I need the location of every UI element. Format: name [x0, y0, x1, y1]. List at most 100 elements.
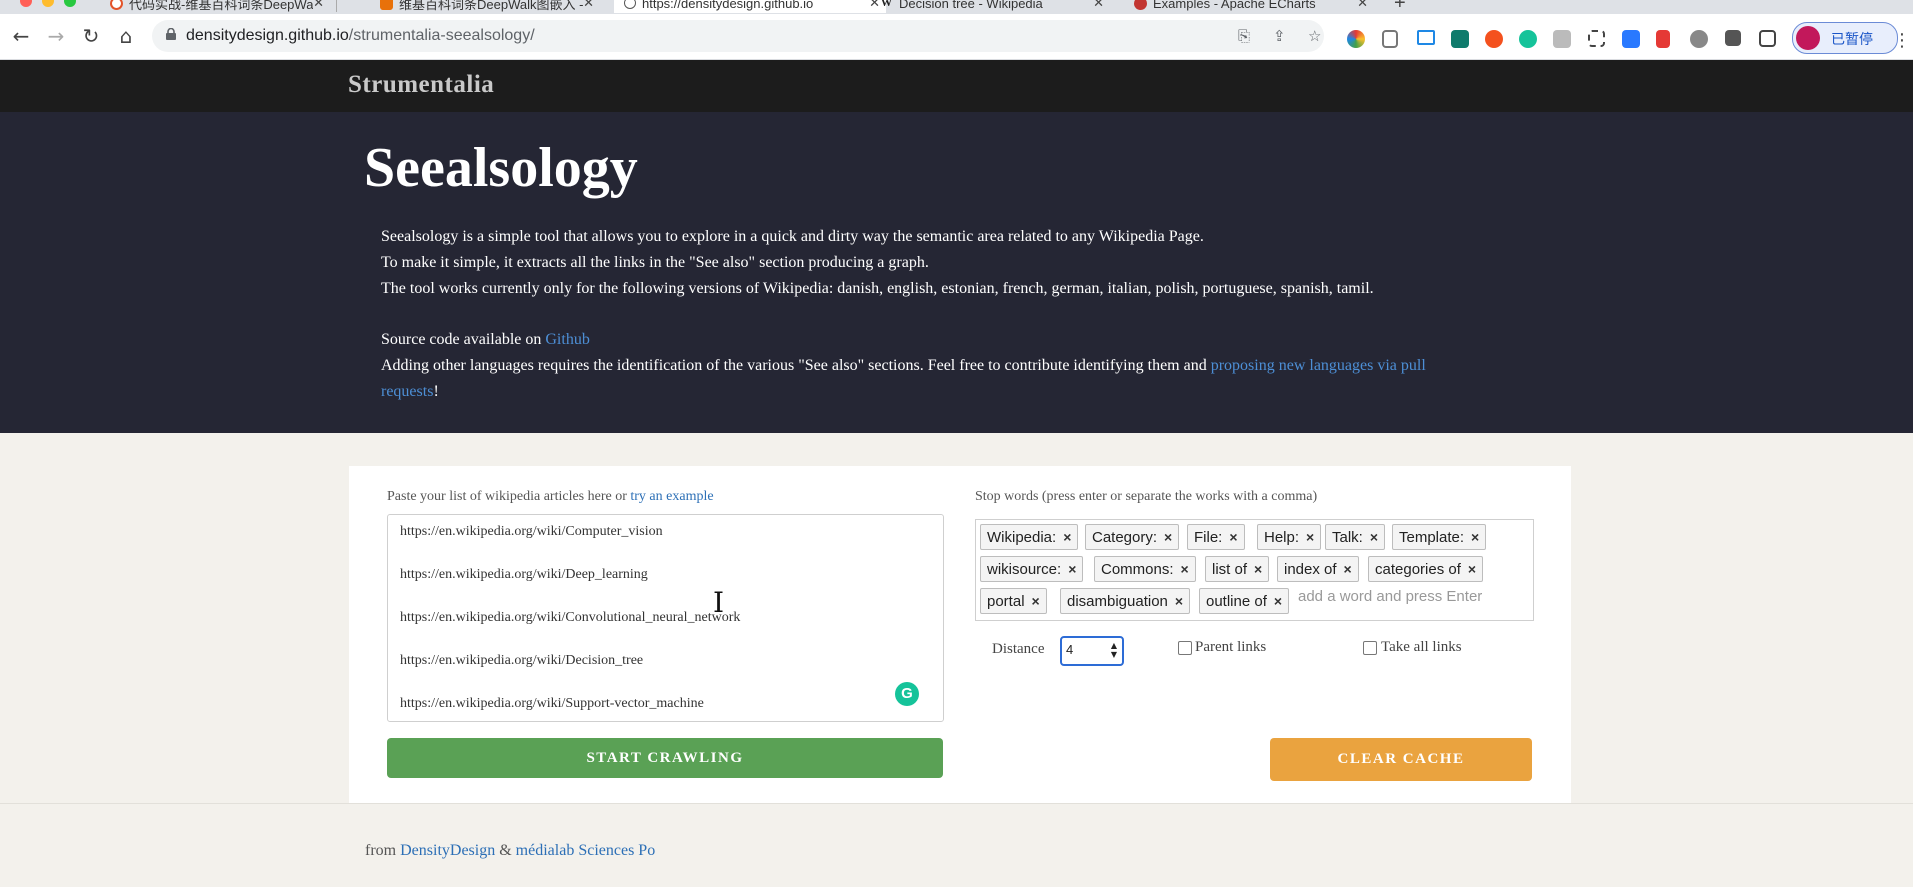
profile-button[interactable]: 已暂停	[1792, 22, 1898, 54]
echarts-favicon-icon	[1134, 0, 1147, 10]
stopwords-input[interactable]: Wikipedia: × Category: × File: × Help: × Tal…	[975, 519, 1534, 621]
close-window-dot[interactable]	[20, 0, 32, 7]
stopword-tag[interactable]: list of ×	[1205, 556, 1270, 582]
remove-tag-icon[interactable]: ×	[1344, 561, 1352, 577]
start-crawling-button[interactable]: START CRAWLING	[387, 738, 943, 778]
slides-favicon-icon	[380, 0, 393, 10]
site-brand[interactable]: Strumentalia	[348, 71, 494, 99]
remove-tag-icon[interactable]: ×	[1254, 561, 1262, 577]
url-text: densitydesign.github.io/strumentalia-see…	[186, 27, 535, 45]
minimize-window-dot[interactable]	[42, 0, 54, 7]
site-navbar: Strumentalia	[0, 60, 1913, 112]
take-all-links-label: Take all links	[1381, 639, 1462, 655]
extension-screen-icon[interactable]	[1417, 30, 1435, 45]
stopword-tag[interactable]: Talk: ×	[1325, 524, 1386, 550]
extension-orange-icon[interactable]	[1485, 30, 1503, 48]
articles-textarea[interactable]: https://en.wikipedia.org/wiki/Computer_v…	[387, 514, 944, 722]
stopword-tag[interactable]: disambiguation ×	[1060, 588, 1191, 614]
tab-close-icon[interactable]: ✕	[583, 0, 594, 11]
extension-grid-icon[interactable]	[1553, 30, 1571, 48]
remove-tag-icon[interactable]: ×	[1229, 529, 1237, 545]
remove-tag-icon[interactable]: ×	[1471, 529, 1479, 545]
remove-tag-icon[interactable]: ×	[1274, 593, 1282, 609]
github-link[interactable]: Github	[545, 331, 589, 348]
tab-close-icon[interactable]: ✕	[313, 0, 324, 11]
extension-blue-icon[interactable]	[1622, 30, 1640, 48]
remove-tag-icon[interactable]: ×	[1068, 561, 1076, 577]
extension-s-icon[interactable]	[1451, 30, 1469, 48]
new-tab-icon[interactable]: +	[1394, 0, 1406, 14]
remove-tag-icon[interactable]: ×	[1164, 529, 1172, 545]
extension-red-icon[interactable]	[1656, 30, 1670, 48]
tab-close-icon[interactable]: ✕	[869, 0, 880, 11]
extension-gray-icon[interactable]	[1690, 30, 1708, 48]
densitydesign-link[interactable]: DensityDesign	[400, 842, 495, 859]
extensions-puzzle-icon[interactable]	[1725, 30, 1741, 46]
maximize-window-dot[interactable]	[64, 0, 76, 7]
avatar	[1796, 26, 1820, 50]
pull-request-link[interactable]: proposing new languages via pull	[1211, 357, 1426, 374]
extension-shield-icon[interactable]	[1382, 30, 1398, 48]
grammarly-extension-icon[interactable]	[1519, 30, 1537, 48]
browser-toolbar: ← → ↻ ⌂ densitydesign.github.io/strument…	[0, 14, 1913, 60]
take-all-links-checkbox[interactable]	[1363, 641, 1377, 655]
remove-tag-icon[interactable]: ×	[1370, 529, 1378, 545]
home-icon[interactable]: ⌂	[113, 24, 139, 48]
translate-icon[interactable]: ⎘	[1238, 27, 1250, 45]
stopword-tag[interactable]: portal ×	[980, 588, 1047, 614]
parent-links-checkbox[interactable]	[1178, 641, 1192, 655]
remove-tag-icon[interactable]: ×	[1063, 529, 1071, 545]
medialab-link[interactable]: médialab Sciences Po	[516, 842, 656, 859]
browser-tab-3[interactable]: W Decision tree - Wikipedia ✕	[880, 0, 1110, 13]
try-example-link[interactable]: try an example	[630, 489, 713, 504]
stopword-tag[interactable]: File: ×	[1187, 524, 1245, 550]
article-url: https://en.wikipedia.org/wiki/Convolutio…	[400, 610, 741, 625]
tab-title: 代码实战-维基百科词条DeepWa	[129, 0, 314, 12]
grammarly-icon[interactable]: G	[895, 682, 919, 706]
side-panel-icon[interactable]	[1759, 30, 1776, 47]
globe-favicon-icon	[624, 0, 636, 9]
stopword-tag[interactable]: outline of ×	[1199, 588, 1290, 614]
url-path: /strumentalia-seealsology/	[348, 27, 535, 44]
browser-tab-4[interactable]: Examples - Apache ECharts ✕	[1134, 0, 1374, 13]
address-bar[interactable]: densitydesign.github.io/strumentalia-see…	[152, 20, 1324, 52]
footer-amp: &	[495, 842, 516, 859]
stepper-arrows-icon[interactable]: ▲ ▼	[1111, 641, 1117, 659]
stopword-tag[interactable]: Wikipedia: ×	[980, 524, 1079, 550]
back-icon[interactable]: ←	[8, 24, 34, 48]
browser-tab-1[interactable]: 维基百科词条DeepWalk图嵌入 - ✕	[380, 0, 600, 13]
stopword-tag[interactable]: index of ×	[1277, 556, 1359, 582]
remove-tag-icon[interactable]: ×	[1175, 593, 1183, 609]
extension-color-icon[interactable]	[1347, 30, 1365, 48]
stopword-placeholder[interactable]: add a word and press Enter	[1298, 588, 1482, 605]
browser-tab-0[interactable]: 代码实战-维基百科词条DeepWa ✕	[110, 0, 330, 13]
stopword-tag[interactable]: Commons: ×	[1094, 556, 1196, 582]
remove-tag-icon[interactable]: ×	[1306, 529, 1314, 545]
remove-tag-icon[interactable]: ×	[1032, 593, 1040, 609]
stopword-tag[interactable]: categories of ×	[1368, 556, 1484, 582]
text-cursor-icon: I	[713, 586, 725, 619]
screenshot-extension-icon[interactable]	[1588, 30, 1605, 47]
browser-tab-2[interactable]: https://densitydesign.github.io ✕	[614, 0, 886, 13]
reload-icon[interactable]: ↻	[78, 24, 104, 48]
tag-label: disambiguation	[1067, 593, 1168, 610]
parent-links-label: Parent links	[1195, 639, 1267, 655]
clear-cache-button[interactable]: CLEAR CACHE	[1270, 738, 1532, 781]
bookmark-star-icon[interactable]: ☆	[1308, 27, 1321, 45]
lock-icon	[166, 28, 176, 40]
stopword-tag[interactable]: Category: ×	[1085, 524, 1180, 550]
remove-tag-icon[interactable]: ×	[1468, 561, 1476, 577]
stopword-tag[interactable]: Template: ×	[1392, 524, 1487, 550]
tab-close-icon[interactable]: ✕	[1093, 0, 1104, 11]
tab-close-icon[interactable]: ✕	[1357, 0, 1368, 11]
stopword-tag[interactable]: Help: ×	[1257, 524, 1322, 550]
browser-menu-icon[interactable]: ⋮	[1893, 30, 1911, 51]
tag-label: list of	[1212, 561, 1248, 578]
distance-input[interactable]: 4 ▲ ▼	[1060, 636, 1124, 666]
remove-tag-icon[interactable]: ×	[1181, 561, 1189, 577]
forward-icon[interactable]: →	[43, 24, 69, 48]
share-icon[interactable]: ⇪	[1273, 27, 1286, 45]
stopword-tag[interactable]: wikisource: ×	[980, 556, 1084, 582]
tag-label: Commons:	[1101, 561, 1174, 578]
pull-request-link-cont[interactable]: requests	[381, 383, 433, 400]
